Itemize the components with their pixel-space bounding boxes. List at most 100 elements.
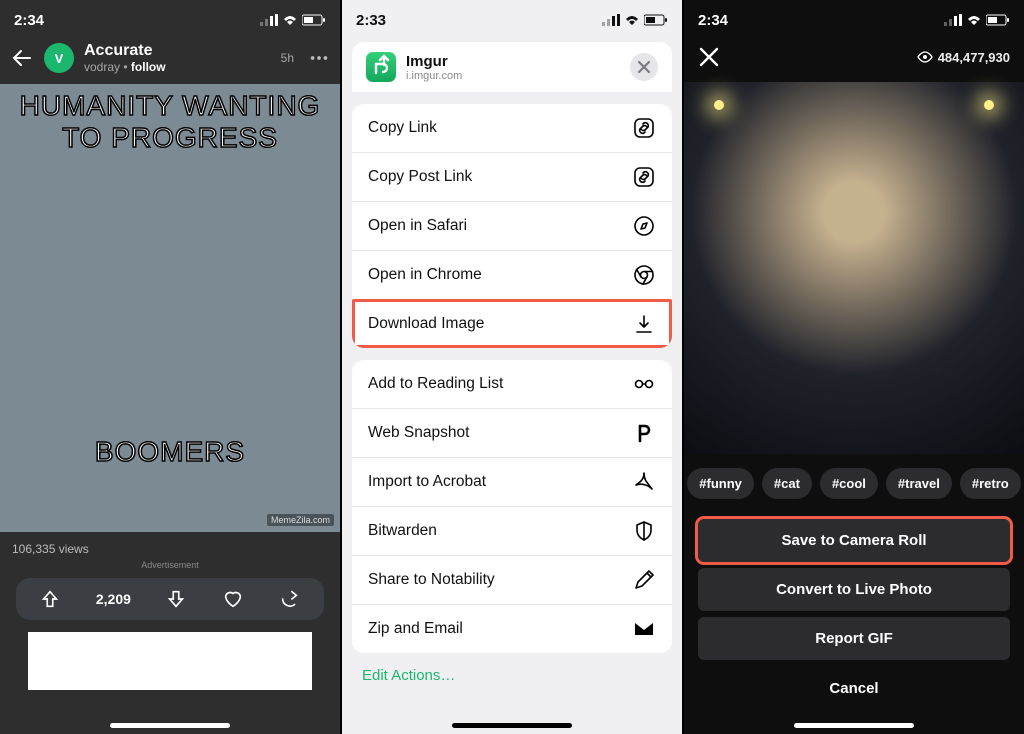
sheet-button-report-gif[interactable]: Report GIF	[698, 617, 1010, 660]
tag-funny[interactable]: #funny	[687, 468, 754, 499]
action-label: Share to Notability	[368, 571, 495, 589]
share-action-import-to-acrobat[interactable]: Import to Acrobat	[352, 457, 672, 506]
view-count: 106,335 views	[0, 532, 340, 560]
battery-icon	[302, 14, 326, 26]
shield-icon	[632, 519, 656, 543]
avatar[interactable]: V	[44, 43, 74, 73]
gif-action-sheet: 2:34 484,477,930 #funny#cat#cool#travel#…	[682, 0, 1024, 734]
wifi-icon	[282, 14, 298, 26]
share-action-open-in-chrome[interactable]: Open in Chrome	[352, 250, 672, 299]
compass-icon	[632, 214, 656, 238]
more-icon[interactable]	[308, 47, 330, 69]
ad-label: Advertisement	[0, 560, 340, 570]
close-button[interactable]	[630, 53, 658, 81]
chrome-icon	[632, 263, 656, 287]
action-group-secondary: Add to Reading List Web Snapshot Import to…	[352, 360, 672, 653]
battery-icon	[986, 14, 1010, 26]
upvote-icon[interactable]	[39, 588, 61, 610]
status-time: 2:34	[14, 12, 44, 29]
view-counter: 484,477,930	[917, 50, 1010, 65]
cellular-icon	[602, 14, 620, 26]
share-action-zip-and-email[interactable]: Zip and Email	[352, 604, 672, 653]
close-button[interactable]	[698, 46, 720, 68]
sheet-title: Imgur	[406, 53, 620, 70]
cellular-icon	[260, 14, 278, 26]
share-action-share-to-notability[interactable]: Share to Notability	[352, 555, 672, 604]
action-label: Bitwarden	[368, 522, 437, 540]
action-label: Copy Link	[368, 119, 437, 137]
cancel-button[interactable]: Cancel	[684, 666, 1024, 703]
post-age: 5h	[281, 51, 294, 65]
close-icon	[637, 60, 651, 74]
tag-retro[interactable]: #retro	[960, 468, 1021, 499]
ios-share-sheet: 2:33 Imgur i.imgur.com Copy Link Copy Pos…	[340, 0, 682, 734]
action-label: Open in Safari	[368, 217, 467, 235]
post-subtitle: vodray • follow	[84, 60, 271, 74]
edit-actions-link[interactable]: Edit Actions…	[342, 653, 682, 684]
status-bar: 2:34	[0, 0, 340, 36]
tag-travel[interactable]: #travel	[886, 468, 952, 499]
action-label: Zip and Email	[368, 620, 463, 638]
home-indicator[interactable]	[110, 723, 230, 728]
status-time: 2:34	[698, 12, 728, 29]
home-indicator[interactable]	[794, 723, 914, 728]
favorite-icon[interactable]	[222, 588, 244, 610]
meme-bottom-text: BOOMERS	[0, 436, 340, 468]
action-label: Add to Reading List	[368, 375, 503, 393]
follow-link[interactable]: follow	[131, 60, 166, 74]
p-letter-icon	[632, 421, 656, 445]
tag-row: #funny #cat #cool #travel #retro	[684, 458, 1024, 513]
author-name[interactable]: vodray	[84, 60, 120, 74]
share-icon[interactable]	[279, 588, 301, 610]
sheet-subtitle: i.imgur.com	[406, 70, 620, 82]
share-action-open-in-safari[interactable]: Open in Safari	[352, 201, 672, 250]
wifi-icon	[624, 14, 640, 26]
sheet-button-save-to-camera-roll[interactable]: Save to Camera Roll	[698, 519, 1010, 562]
sheet-header: Imgur i.imgur.com	[352, 42, 672, 92]
status-bar: 2:33	[342, 0, 682, 36]
status-icons	[260, 14, 326, 26]
battery-icon	[644, 14, 668, 26]
glasses-icon	[632, 372, 656, 396]
post-image[interactable]: HUMANITY WANTING TO PROGRESS BOOMERS Mem…	[0, 84, 340, 532]
post-header: V Accurate vodray • follow 5h	[0, 36, 340, 84]
gif-preview[interactable]	[684, 82, 1024, 454]
action-label: Open in Chrome	[368, 266, 482, 284]
mail-icon	[632, 617, 656, 641]
action-label: Download Image	[368, 315, 484, 333]
sheet-button-convert-to-live-photo[interactable]: Convert to Live Photo	[698, 568, 1010, 611]
meme-top-text: HUMANITY WANTING TO PROGRESS	[0, 90, 340, 154]
back-arrow-icon[interactable]	[10, 46, 34, 70]
status-icons	[944, 14, 1010, 26]
share-action-download-image[interactable]: Download Image	[352, 299, 672, 348]
tag-cat[interactable]: #cat	[762, 468, 812, 499]
action-label: Web Snapshot	[368, 424, 469, 442]
share-action-web-snapshot[interactable]: Web Snapshot	[352, 408, 672, 457]
tag-cool[interactable]: #cool	[820, 468, 878, 499]
close-icon	[698, 46, 720, 68]
share-action-add-to-reading-list[interactable]: Add to Reading List	[352, 360, 672, 408]
home-indicator[interactable]	[452, 723, 572, 728]
downvote-icon[interactable]	[165, 588, 187, 610]
share-action-bitwarden[interactable]: Bitwarden	[352, 506, 672, 555]
wifi-icon	[966, 14, 982, 26]
share-action-copy-post-link[interactable]: Copy Post Link	[352, 152, 672, 201]
cellular-icon	[944, 14, 962, 26]
post-title: Accurate	[84, 42, 271, 60]
status-bar: 2:34	[684, 0, 1024, 36]
imgur-feed-screen: 2:34 V Accurate vodray • follow 5h HUMAN…	[0, 0, 340, 734]
download-icon	[632, 312, 656, 336]
link-square-icon	[632, 165, 656, 189]
acrobat-icon	[632, 470, 656, 494]
view-count-value: 484,477,930	[938, 50, 1010, 65]
pencil-icon	[632, 568, 656, 592]
viewer-topbar: 484,477,930	[684, 36, 1024, 78]
status-icons	[602, 14, 668, 26]
share-action-copy-link[interactable]: Copy Link	[352, 104, 672, 152]
vote-count: 2,209	[96, 591, 131, 607]
watermark: MemeZila.com	[267, 514, 334, 526]
action-label: Copy Post Link	[368, 168, 472, 186]
action-bar: 2,209	[16, 578, 324, 620]
ad-placeholder	[28, 632, 312, 690]
link-square-icon	[632, 116, 656, 140]
